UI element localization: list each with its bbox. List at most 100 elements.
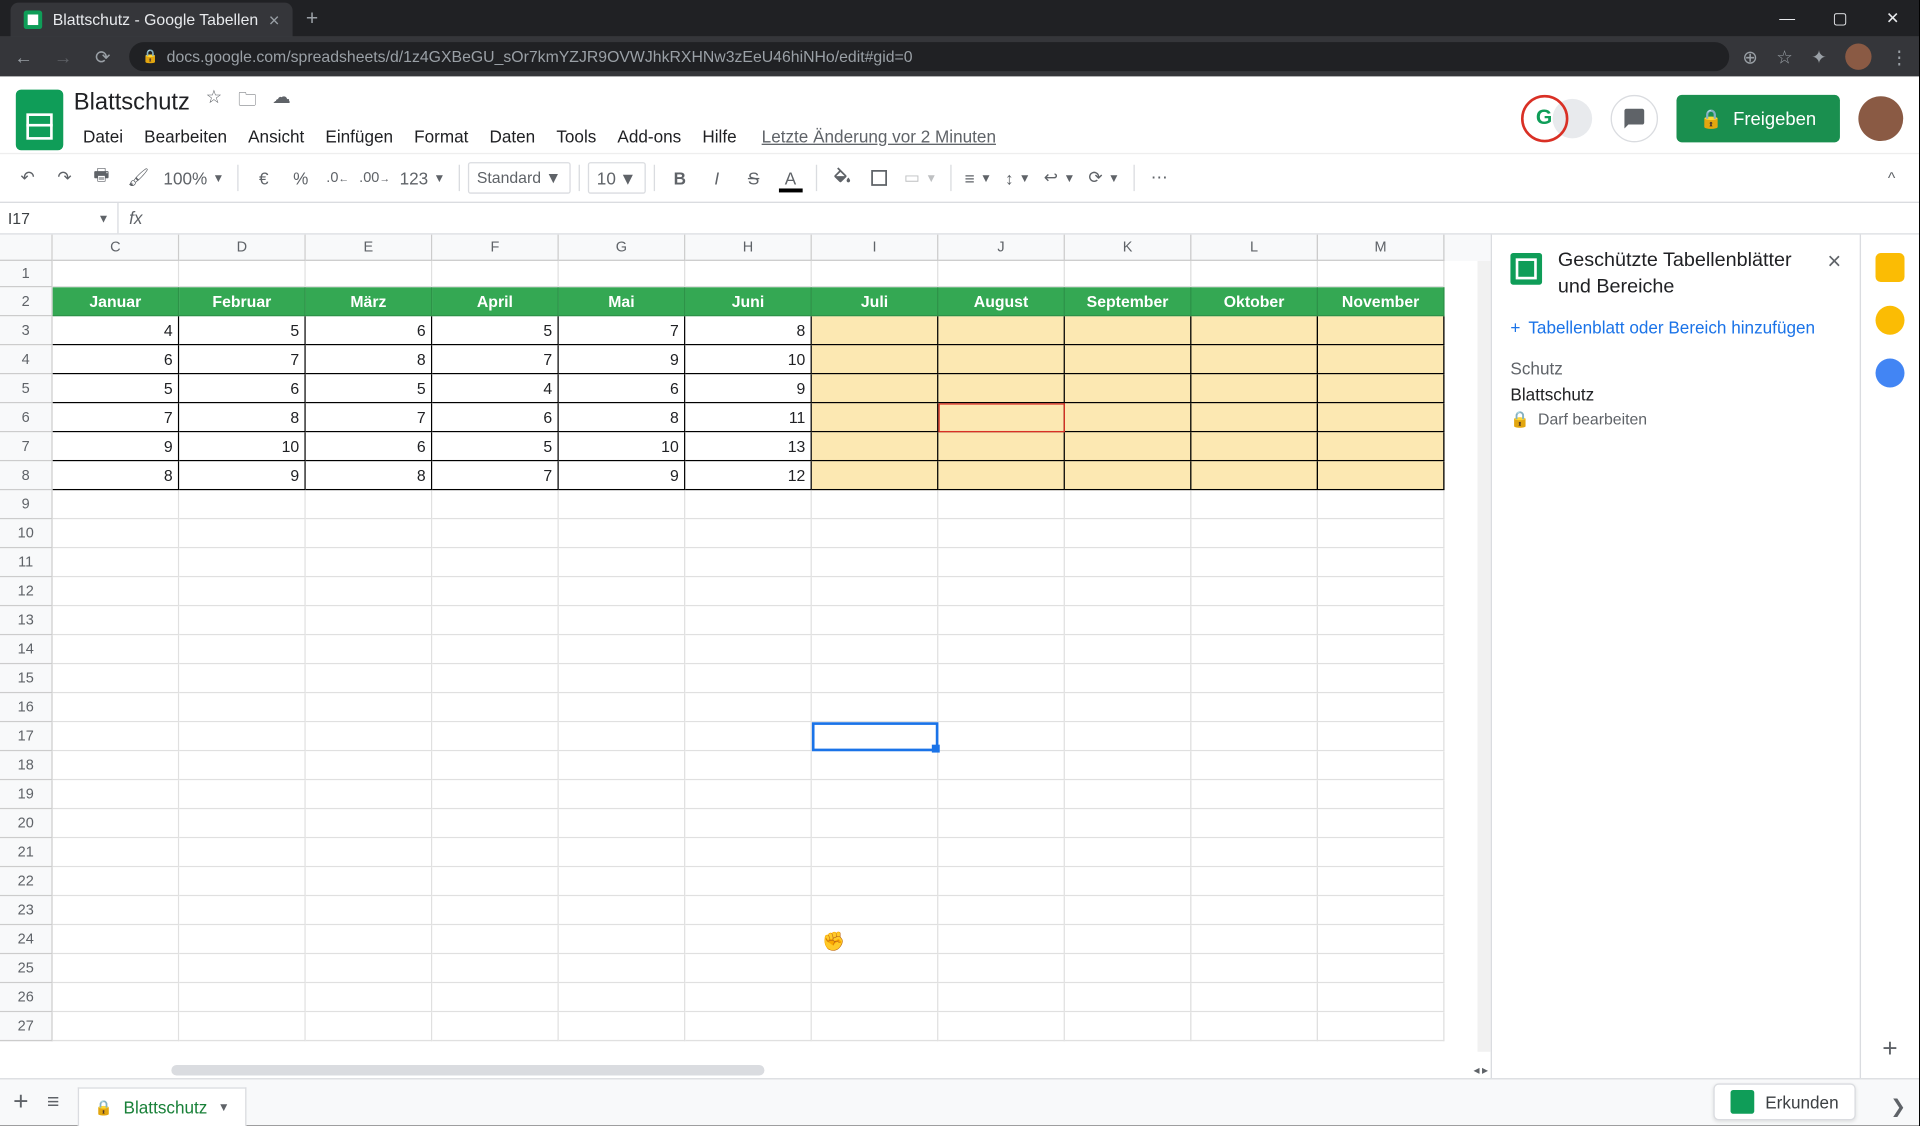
move-icon[interactable]: 🗀	[238, 86, 256, 118]
menu-einfuegen[interactable]: Einfügen	[316, 123, 402, 148]
cell[interactable]	[1318, 925, 1445, 954]
zoom-select[interactable]: 100%▼	[158, 162, 229, 194]
cell[interactable]	[1065, 606, 1192, 635]
cell[interactable]	[685, 635, 812, 664]
cell[interactable]	[812, 519, 939, 548]
cell[interactable]: 6	[53, 345, 180, 374]
borders-button[interactable]	[862, 161, 896, 195]
column-header[interactable]: I	[812, 235, 939, 261]
cell[interactable]	[1318, 751, 1445, 780]
cell[interactable]: November	[1318, 287, 1445, 316]
cell[interactable]	[1191, 577, 1318, 606]
cell[interactable]	[53, 490, 180, 519]
cell[interactable]	[685, 261, 812, 287]
side-panel-toggle[interactable]: ❯	[1890, 1095, 1905, 1117]
cell[interactable]	[1318, 519, 1445, 548]
cell[interactable]	[1065, 896, 1192, 925]
cell[interactable]: 9	[179, 461, 306, 490]
cell[interactable]	[685, 838, 812, 867]
column-header[interactable]: F	[432, 235, 559, 261]
decrease-decimal-button[interactable]: .0←	[321, 161, 355, 195]
cell[interactable]	[1318, 635, 1445, 664]
cell[interactable]	[306, 519, 433, 548]
spreadsheet-grid[interactable]: CDEFGHIJKLM 12JanuarFebruarMärzAprilMaiJ…	[0, 235, 1492, 1079]
cell[interactable]: 6	[559, 374, 686, 403]
cell[interactable]	[53, 751, 180, 780]
cell[interactable]	[1065, 548, 1192, 577]
cell[interactable]	[1318, 896, 1445, 925]
add-addon-button[interactable]: +	[1882, 1035, 1897, 1065]
cell[interactable]	[179, 1012, 306, 1041]
cell[interactable]	[1191, 1012, 1318, 1041]
cell[interactable]	[685, 925, 812, 954]
cell[interactable]	[938, 896, 1065, 925]
cell[interactable]	[559, 548, 686, 577]
cell[interactable]	[1191, 345, 1318, 374]
cell[interactable]: 10	[559, 432, 686, 461]
cell[interactable]	[1318, 809, 1445, 838]
horizontal-scrollbar-track[interactable]	[53, 1062, 1465, 1078]
row-header[interactable]: 18	[0, 751, 53, 780]
cell[interactable]	[306, 577, 433, 606]
cell[interactable]	[1065, 635, 1192, 664]
cell[interactable]	[559, 838, 686, 867]
cell[interactable]: 5	[432, 316, 559, 345]
cell[interactable]	[812, 664, 939, 693]
cell[interactable]	[53, 577, 180, 606]
cell[interactable]	[938, 577, 1065, 606]
tab-close-icon[interactable]: ×	[269, 9, 280, 30]
cell[interactable]	[53, 548, 180, 577]
cell[interactable]	[1191, 261, 1318, 287]
cell[interactable]	[432, 635, 559, 664]
zoom-icon[interactable]: ⊕	[1742, 45, 1757, 67]
column-header[interactable]: L	[1191, 235, 1318, 261]
menu-tools[interactable]: Tools	[547, 123, 605, 148]
cell[interactable]	[432, 490, 559, 519]
cell[interactable]	[559, 635, 686, 664]
cell[interactable]	[938, 867, 1065, 896]
cell[interactable]	[559, 664, 686, 693]
cell[interactable]	[1065, 519, 1192, 548]
cell[interactable]	[938, 261, 1065, 287]
cell[interactable]	[938, 780, 1065, 809]
cell[interactable]: 11	[685, 403, 812, 432]
cell[interactable]	[812, 316, 939, 345]
cell[interactable]	[432, 809, 559, 838]
cell[interactable]	[1191, 954, 1318, 983]
cell[interactable]	[685, 983, 812, 1012]
currency-button[interactable]: €	[247, 161, 281, 195]
row-header[interactable]: 12	[0, 577, 53, 606]
cell[interactable]	[812, 635, 939, 664]
cell[interactable]	[1318, 577, 1445, 606]
cell[interactable]: 9	[559, 345, 686, 374]
cell[interactable]	[559, 983, 686, 1012]
cell[interactable]	[53, 925, 180, 954]
column-header[interactable]: D	[179, 235, 306, 261]
row-header[interactable]: 27	[0, 1012, 53, 1041]
cell[interactable]	[1065, 751, 1192, 780]
cell[interactable]	[1191, 490, 1318, 519]
cell[interactable]	[938, 693, 1065, 722]
strikethrough-button[interactable]: S	[736, 161, 770, 195]
url-input[interactable]: 🔒 docs.google.com/spreadsheets/d/1z4GXBe…	[129, 42, 1729, 71]
cell[interactable]	[53, 896, 180, 925]
cell[interactable]	[1065, 316, 1192, 345]
print-button[interactable]: 🖶	[84, 161, 118, 195]
row-header[interactable]: 2	[0, 287, 53, 316]
cell[interactable]: 8	[685, 316, 812, 345]
cell[interactable]	[938, 345, 1065, 374]
share-button[interactable]: 🔒 Freigeben	[1676, 95, 1840, 142]
cell[interactable]	[1065, 490, 1192, 519]
collapse-toolbar-button[interactable]: ^	[1888, 169, 1909, 187]
cell[interactable]	[306, 635, 433, 664]
cell[interactable]	[179, 896, 306, 925]
cell[interactable]	[1318, 664, 1445, 693]
cell[interactable]	[306, 925, 433, 954]
cell[interactable]	[179, 780, 306, 809]
cell[interactable]	[179, 693, 306, 722]
text-wrap-button[interactable]: ↩▼	[1039, 162, 1081, 194]
cell[interactable]: 7	[179, 345, 306, 374]
cell[interactable]	[1191, 925, 1318, 954]
column-header[interactable]: G	[559, 235, 686, 261]
cell[interactable]	[179, 983, 306, 1012]
